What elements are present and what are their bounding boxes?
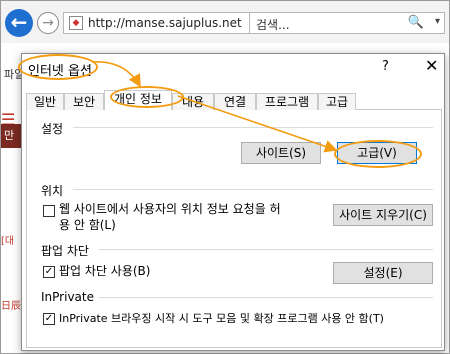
help-button[interactable]: ? — [382, 59, 389, 74]
inprivate-checkbox-label: InPrivate 브라우징 시작 시 도구 모음 및 확장 프로그램 사용 안… — [59, 312, 384, 325]
forward-button[interactable]: → — [37, 12, 59, 34]
chevron-down-icon[interactable]: ▾ — [435, 16, 440, 27]
popup-divider — [99, 249, 433, 250]
location-checkbox-label-line2: 용 안 함(L) — [59, 218, 116, 232]
back-button[interactable]: ← — [5, 9, 33, 37]
settings-divider — [73, 127, 433, 128]
location-divider — [73, 189, 433, 190]
side-banner: 만세 — [1, 124, 21, 166]
browser-toolbar: ← → ◆ http://manse.sajuplus.net 검색... 🔍 … — [1, 1, 449, 43]
location-header: 위치 — [41, 184, 64, 198]
search-box[interactable]: 검색... 🔍 ▾ — [249, 12, 445, 34]
side-text-bracket: [대 — [1, 236, 15, 247]
tab-security[interactable]: 보안 — [64, 93, 104, 110]
privacy-panel: 설정 사이트(S) 고급(V) 위치 웹 사이트에서 사용자의 위치 정보 요청… — [26, 110, 442, 348]
popup-checkbox-label: 팝업 차단 사용(B) — [59, 264, 151, 278]
tab-privacy[interactable]: 개인 정보 — [104, 90, 172, 111]
tab-connections[interactable]: 연결 — [214, 93, 256, 110]
address-url: http://manse.sajuplus.net — [88, 16, 242, 30]
tab-programs[interactable]: 프로그램 — [256, 93, 318, 110]
location-checkbox-label-line1: 웹 사이트에서 사용자의 위치 정보 요청을 허 — [59, 202, 281, 216]
close-button[interactable]: ✕ — [425, 56, 438, 75]
popup-header: 팝업 차단 — [41, 244, 89, 258]
clear-sites-button[interactable]: 사이트 지우기(C) — [333, 204, 433, 226]
inprivate-divider — [99, 297, 433, 298]
internet-options-dialog: 인터넷 옵션 ? ✕ 일반 보안 개인 정보 내용 연결 프로그램 고급 설정 … — [21, 53, 445, 351]
popup-checkbox[interactable]: ✓ — [43, 266, 55, 278]
advanced-button[interactable]: 고급(V) — [337, 142, 417, 164]
page-icon: ◆ — [69, 16, 83, 30]
inprivate-checkbox[interactable]: ✓ — [43, 313, 55, 325]
location-checkbox[interactable] — [43, 205, 55, 217]
popup-settings-button[interactable]: 설정(E) — [333, 262, 433, 284]
inprivate-header: InPrivate — [41, 290, 94, 304]
settings-header: 설정 — [41, 122, 64, 136]
sites-button[interactable]: 사이트(S) — [241, 142, 321, 164]
tab-advanced[interactable]: 고급 — [318, 93, 356, 110]
dialog-title: 인터넷 옵션 — [28, 64, 92, 79]
side-text-bottom: 日辰 — [1, 301, 21, 312]
tab-content[interactable]: 내용 — [172, 93, 214, 110]
tab-general[interactable]: 일반 — [26, 93, 64, 110]
search-icon[interactable]: 🔍 — [408, 15, 424, 30]
tab-strip: 일반 보안 개인 정보 내용 연결 프로그램 고급 — [26, 90, 442, 111]
search-placeholder: 검색... — [256, 18, 290, 32]
